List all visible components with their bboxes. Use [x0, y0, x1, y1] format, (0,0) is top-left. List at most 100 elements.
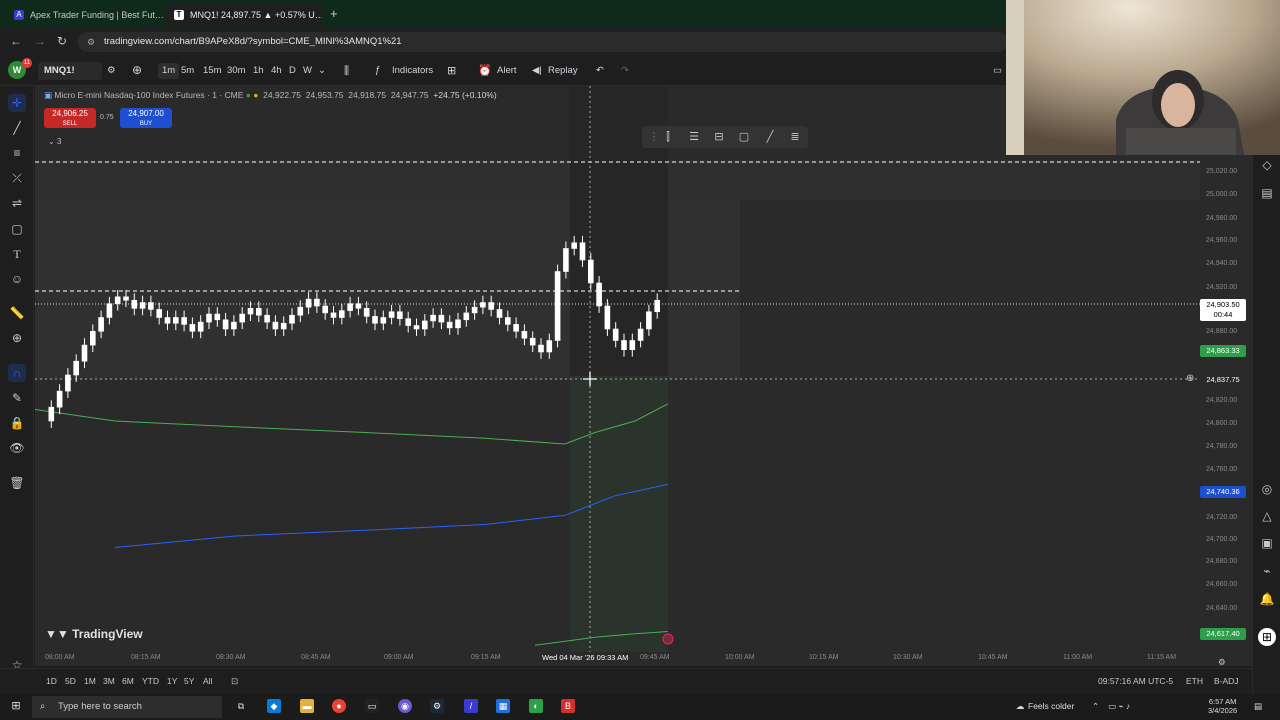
site-info-icon[interactable]: ⚙ [87, 32, 95, 52]
interval-4h[interactable]: 4h [271, 63, 282, 79]
range-5y[interactable]: 5Y [184, 676, 194, 686]
range-all[interactable]: All [203, 676, 212, 686]
obs-icon[interactable]: ◉ [398, 699, 412, 713]
range-1m[interactable]: 1M [84, 676, 96, 686]
goto-date-icon[interactable]: ⊡ [231, 676, 238, 687]
indicators-collapse-toggle[interactable]: ⌄ 3 [48, 137, 61, 146]
long-position-icon[interactable]: ⫿ [660, 129, 676, 145]
copilot-icon[interactable]: ◆ [267, 699, 281, 713]
rectangle-icon[interactable]: ▢ [736, 129, 752, 145]
pattern-icon[interactable]: ⤫ [8, 169, 26, 187]
indicators-icon[interactable]: ƒ [375, 63, 381, 79]
sell-button[interactable]: 24,906.25 SELL [44, 108, 96, 128]
taskbar-clock[interactable]: 6:57 AM 3/4/2026 [1208, 697, 1237, 715]
timezone-clock[interactable]: 09:57:16 AM UTC-5 [1098, 676, 1173, 686]
broadcast-icon[interactable]: ⌁ [1258, 562, 1276, 580]
range-ytd[interactable]: YTD [142, 676, 159, 686]
terminal-icon[interactable]: ▭ [365, 699, 379, 713]
line-tool-icon[interactable]: ╱ [762, 129, 778, 145]
task-view-icon[interactable]: ⧉ [234, 699, 248, 713]
draw-mode-icon[interactable]: ✎ [8, 389, 26, 407]
indicators-button[interactable]: Indicators [392, 63, 433, 79]
range-5d[interactable]: 5D [65, 676, 76, 686]
crosshair-icon[interactable]: ✛ [8, 94, 26, 112]
steam-icon[interactable]: ⚙ [430, 699, 444, 713]
notifications-bell-icon[interactable]: 🔔 [1258, 590, 1276, 608]
fullscreen-icon[interactable]: ▭ [993, 63, 1002, 79]
interval-30m[interactable]: 30m [227, 63, 245, 79]
ide-icon[interactable]: ▦ [496, 699, 510, 713]
interval-d[interactable]: D [289, 63, 296, 79]
compare-symbol-icon[interactable]: ⊕ [132, 62, 142, 78]
replay-button[interactable]: Replay [548, 63, 578, 79]
browser-tab-apex[interactable]: A Apex Trader Funding | Best Fut… ✕ [6, 4, 164, 26]
more-tools-icon[interactable]: ≣ [787, 129, 803, 145]
redo-icon[interactable]: ↷ [621, 63, 629, 79]
trading-app-icon[interactable]: ◐ [529, 699, 543, 713]
app-icon[interactable]: / [464, 699, 478, 713]
hot-list-icon[interactable]: △ [1258, 507, 1276, 525]
file-explorer-icon[interactable]: ▬ [300, 699, 314, 713]
trend-line-icon[interactable]: ╱ [8, 119, 26, 137]
adjust-toggle[interactable]: B-ADJ [1214, 676, 1239, 686]
tray-icons[interactable]: ▭ ⌁ ♪ [1108, 701, 1130, 712]
interval-1h[interactable]: 1h [253, 63, 264, 79]
fib-retracement-icon[interactable]: ☰ [686, 129, 702, 145]
range-6m[interactable]: 6M [122, 676, 134, 686]
interval-1m[interactable]: 1m [158, 63, 180, 79]
symbol-settings-icon[interactable]: ⚙ [107, 63, 116, 79]
chat-icon[interactable]: ▤ [1258, 184, 1276, 202]
hide-drawings-icon[interactable]: 👁 [8, 439, 26, 457]
tray-chevron-icon[interactable]: ⌃ [1092, 701, 1099, 712]
interval-5m[interactable]: 5m [181, 63, 194, 79]
icons-tool-icon[interactable]: ☺ [8, 270, 26, 288]
session-toggle[interactable]: ETH [1186, 676, 1203, 686]
forward-icon[interactable]: → [34, 34, 46, 48]
alert-button[interactable]: Alert [497, 63, 517, 79]
target-icon[interactable]: ◎ [1258, 480, 1276, 498]
shapes-icon[interactable]: ▢ [8, 220, 26, 238]
replay-icon[interactable]: ◀| [532, 63, 542, 79]
layouts-icon[interactable]: ⊞ [447, 63, 456, 79]
forecast-icon[interactable]: ⇌ [8, 194, 26, 212]
range-1y[interactable]: 1Y [167, 676, 177, 686]
calendar-icon[interactable]: ▣ [1258, 534, 1276, 552]
chrome-icon[interactable]: ● [332, 699, 346, 713]
settings-gear-icon[interactable]: ⚙ [1218, 657, 1226, 668]
new-tab-icon[interactable]: + [330, 6, 338, 21]
symbol-search-button[interactable]: MNQ1! [38, 62, 102, 80]
range-1d[interactable]: 1D [46, 676, 57, 686]
candles-type-icon[interactable]: ⫼ [344, 63, 349, 79]
undo-icon[interactable]: ↶ [596, 63, 604, 79]
apps-grid-icon[interactable]: ⊞ [1258, 628, 1276, 646]
browser-tab-tradingview[interactable]: T MNQ1! 24,897.75 ▲ +0.57% U… ✕ [166, 4, 322, 26]
price-chart-svg[interactable] [35, 86, 1200, 666]
lock-drawings-icon[interactable]: 🔒 [8, 414, 26, 432]
taskbar-search-box[interactable]: ⌕ Type here to search [32, 696, 222, 718]
ruler-icon[interactable]: 📏 [8, 304, 26, 322]
fib-icon[interactable]: ≡ [8, 144, 26, 162]
layers-icon[interactable]: ◇ [1258, 156, 1276, 174]
reload-icon[interactable]: ↻ [57, 34, 67, 48]
parallel-channel-icon[interactable]: ⊟ [711, 129, 727, 145]
back-icon[interactable]: ← [10, 34, 22, 48]
chart-pane[interactable] [35, 86, 1200, 666]
brave-icon[interactable]: B [561, 699, 575, 713]
interval-15m[interactable]: 15m [203, 63, 221, 79]
text-tool-icon[interactable]: T [8, 245, 26, 263]
trash-icon[interactable]: 🗑 [8, 474, 26, 492]
windows-start-icon[interactable]: ⊞ [9, 699, 23, 713]
weather-text[interactable]: Feels colder [1028, 701, 1074, 711]
price-axis[interactable]: 25,020.00 25,000.00 24,980.00 24,960.00 24,9… [1186, 150, 1252, 666]
magnet-icon[interactable]: ∩ [8, 364, 26, 382]
interval-w[interactable]: W [303, 63, 312, 79]
url-input[interactable]: ⚙ tradingview.com/chart/B9APeX8d/?symbol… [78, 32, 1008, 52]
add-alert-plus-icon[interactable]: ⊕ [1186, 373, 1194, 384]
chevron-down-icon[interactable]: ⌄ [318, 63, 326, 79]
legend-title[interactable]: Micro E-mini Nasdaq-100 Index Futures · … [54, 90, 243, 100]
zoom-in-icon[interactable]: ⊕ [8, 329, 26, 347]
alarm-clock-icon[interactable]: ⏰ [478, 63, 492, 79]
notifications-icon[interactable]: ▤ [1254, 701, 1262, 712]
range-3m[interactable]: 3M [103, 676, 115, 686]
buy-button[interactable]: 24,907.00 BUY [120, 108, 172, 128]
